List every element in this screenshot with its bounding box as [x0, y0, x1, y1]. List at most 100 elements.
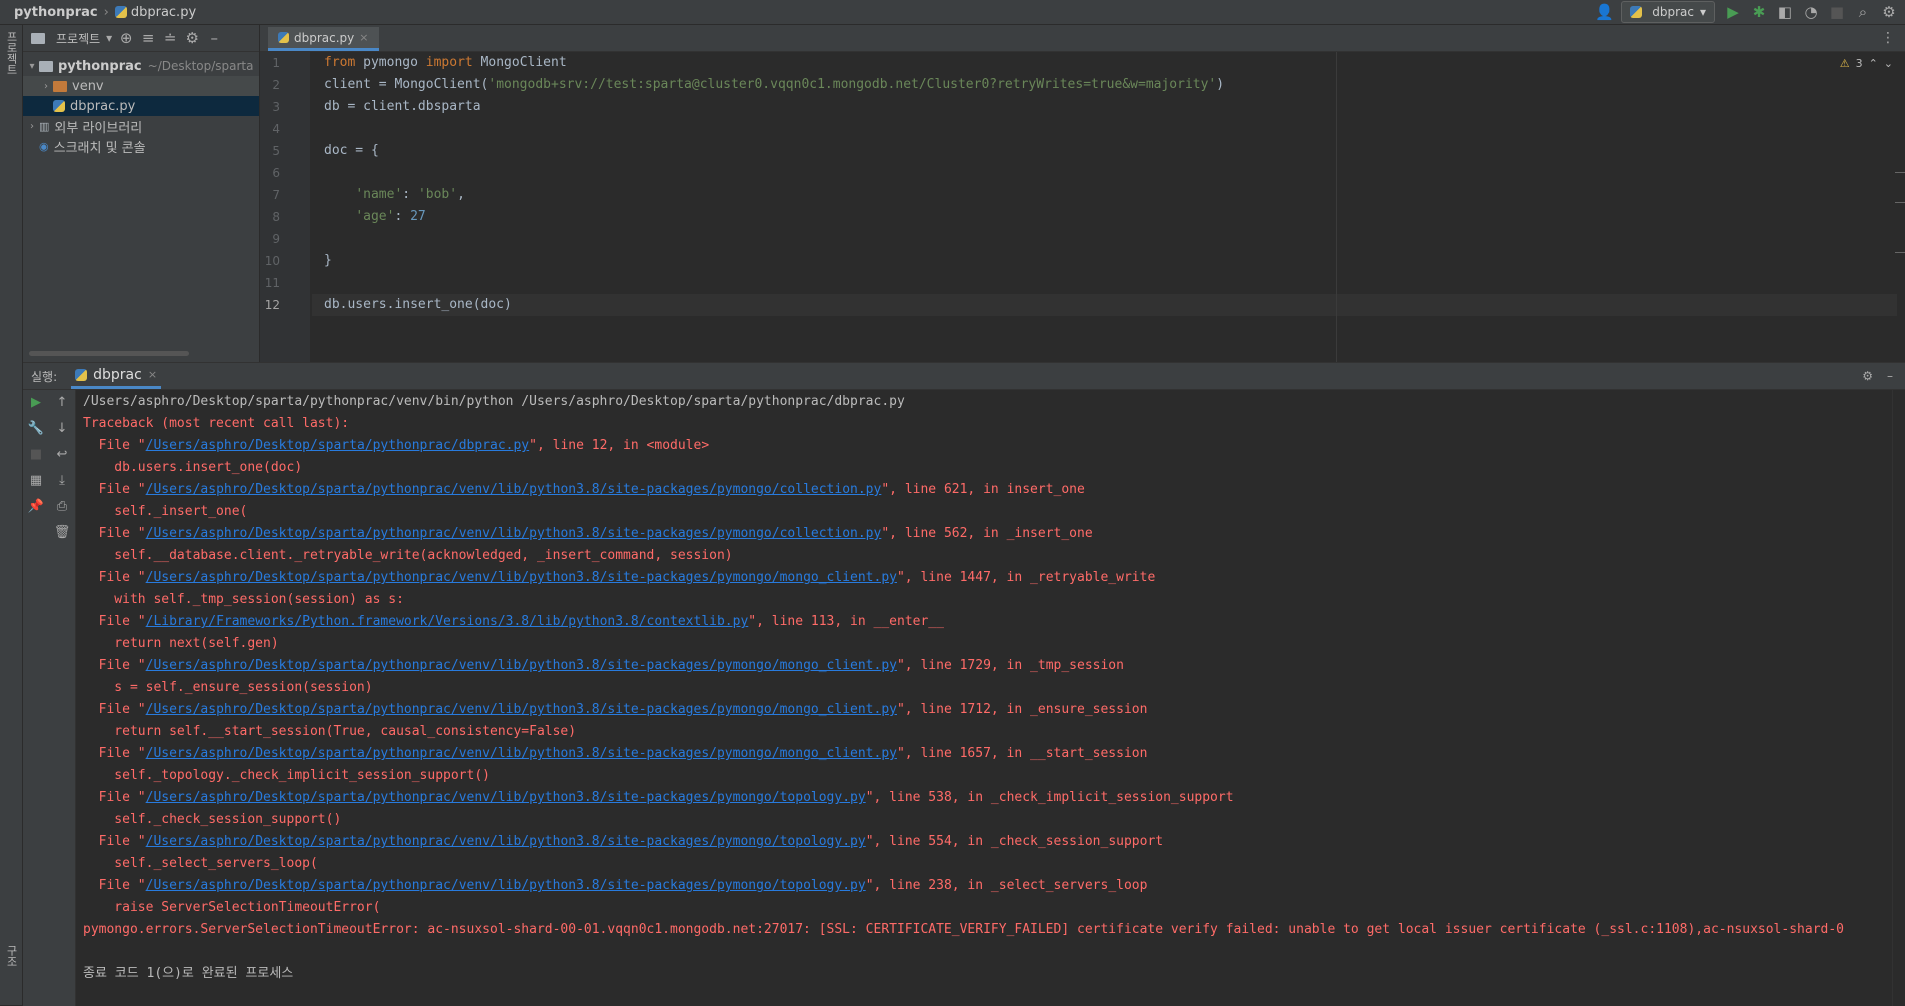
file-link[interactable]: /Users/asphro/Desktop/sparta/pythonprac/… — [146, 790, 866, 805]
code-line[interactable] — [312, 162, 1897, 184]
code-token: import — [425, 55, 473, 70]
gear-icon[interactable]: ⚙ — [1881, 3, 1897, 21]
frame-location: ", line 621, in insert_one — [881, 482, 1085, 497]
code-editor[interactable]: from pymongo import MongoClient client =… — [312, 52, 1897, 362]
chevron-down-icon[interactable]: ▾ — [25, 61, 39, 72]
folder-icon — [39, 60, 53, 72]
code-line-current[interactable]: db.users.insert_one(doc) — [312, 294, 1897, 316]
arrow-down-icon[interactable]: ↓ — [49, 416, 75, 442]
file-link[interactable]: /Users/asphro/Desktop/sparta/pythonprac/… — [146, 834, 866, 849]
arrow-up-icon[interactable]: ↑ — [49, 390, 75, 416]
project-panel-title[interactable]: 프로젝트 — [56, 30, 100, 47]
code-line[interactable]: client = MongoClient('mongodb+srv://test… — [312, 74, 1897, 96]
code-line[interactable]: } — [312, 250, 1897, 272]
tree-item-external-libraries[interactable]: › ▥ 외부 라이브러리 — [23, 116, 259, 136]
close-icon[interactable]: × — [359, 31, 368, 44]
file-link[interactable]: /Users/asphro/Desktop/sparta/pythonprac/… — [146, 438, 530, 453]
inspection-widget[interactable]: ⚠ 3 ⌃ ⌄ — [1840, 57, 1893, 70]
file-link[interactable]: /Users/asphro/Desktop/sparta/pythonprac/… — [146, 658, 897, 673]
traceback-code-line: db.users.insert_one(doc) — [83, 460, 303, 475]
console-scrollbar[interactable] — [1892, 390, 1905, 1006]
editor-area: dbprac.py × ⋮ 1 2 3 4 5 6 7 8 9 10 11 12… — [260, 25, 1905, 362]
close-icon[interactable]: × — [148, 368, 157, 381]
code-line[interactable]: 'age': 27 — [312, 206, 1897, 228]
file-link[interactable]: /Users/asphro/Desktop/sparta/pythonprac/… — [146, 702, 897, 717]
layout-icon[interactable]: ▦ — [23, 468, 49, 494]
wrench-icon[interactable]: 🔧 — [23, 416, 49, 442]
code-line[interactable] — [312, 118, 1897, 140]
minimize-icon[interactable]: – — [206, 29, 222, 47]
tool-tab-project[interactable]: 프로젝트 — [3, 31, 19, 75]
print-icon[interactable]: ⎙ — [49, 494, 75, 520]
user-icon[interactable]: 👤 — [1595, 3, 1614, 21]
soft-wrap-icon[interactable]: ↩ — [49, 442, 75, 468]
locate-icon[interactable]: ⊕ — [118, 29, 134, 47]
run-header-actions: ⚙ – — [1862, 369, 1893, 383]
tree-item-root[interactable]: ▾ pythonprac ~/Desktop/sparta — [23, 56, 259, 76]
code-line[interactable] — [312, 228, 1897, 250]
trash-icon[interactable]: 🗑 — [49, 520, 75, 546]
tab-dbprac[interactable]: dbprac.py × — [268, 27, 379, 51]
project-view-icon — [31, 32, 45, 44]
stop-icon[interactable]: ■ — [1829, 3, 1845, 21]
minimize-icon[interactable]: – — [1887, 369, 1893, 383]
run-configuration-select[interactable]: dbprac ▾ — [1621, 1, 1715, 23]
collapse-all-icon[interactable]: ≐ — [162, 29, 178, 47]
project-panel-header: 프로젝트 ▾ ⊕ ≡ ≐ ⚙ – — [23, 25, 259, 52]
scroll-to-end-icon[interactable]: ⤓ — [49, 468, 75, 494]
chevron-down-icon[interactable]: ▾ — [106, 31, 112, 45]
line-number-gutter: 1 2 3 4 5 6 7 8 9 10 11 12 — [260, 52, 310, 362]
run-tab-dbprac[interactable]: dbprac × — [71, 363, 162, 389]
profile-icon[interactable]: ◔ — [1803, 3, 1819, 21]
chevron-down-icon[interactable]: ⌄ — [1884, 57, 1893, 70]
code-token: from — [324, 55, 356, 70]
chevron-up-icon[interactable]: ⌃ — [1869, 57, 1878, 70]
file-link[interactable]: /Users/asphro/Desktop/sparta/pythonprac/… — [146, 482, 882, 497]
gear-icon[interactable]: ⚙ — [1862, 369, 1873, 383]
search-icon[interactable]: ⌕ — [1855, 3, 1871, 21]
run-panel: 실행: dbprac × ⚙ – ▶ 🔧 ■ ▦ 📌 ↑ ↓ ↩ ⤓ ⎙ 🗑 /… — [23, 362, 1905, 1006]
code-line[interactable]: db = client.dbsparta — [312, 96, 1897, 118]
run-icon[interactable]: ▶ — [1725, 3, 1741, 21]
chevron-right-icon[interactable]: › — [39, 81, 53, 92]
horizontal-scrollbar[interactable] — [29, 351, 189, 356]
file-link[interactable]: /Users/asphro/Desktop/sparta/pythonprac/… — [146, 526, 882, 541]
file-link[interactable]: /Users/asphro/Desktop/sparta/pythonprac/… — [146, 878, 866, 893]
code-line[interactable]: doc = { — [312, 140, 1897, 162]
console-output[interactable]: /Users/asphro/Desktop/sparta/pythonprac/… — [83, 391, 1893, 1003]
file-prefix: File " — [83, 438, 146, 453]
traceback-header: Traceback (most recent call last): — [83, 416, 350, 431]
file-link[interactable]: /Users/asphro/Desktop/sparta/pythonprac/… — [146, 746, 897, 761]
left-tool-strip: 프로젝트 구조 — [0, 25, 23, 1005]
code-line[interactable] — [312, 272, 1897, 294]
tree-item-venv[interactable]: › venv — [23, 76, 259, 96]
run-configuration-label: dbprac — [1652, 5, 1694, 19]
more-icon[interactable]: ⋮ — [1881, 30, 1895, 46]
breadcrumb-project[interactable]: pythonprac — [14, 5, 98, 20]
coverage-icon[interactable]: ◧ — [1777, 3, 1793, 21]
gear-icon[interactable]: ⚙ — [184, 29, 200, 47]
tab-label: dbprac.py — [294, 30, 355, 45]
tool-tab-structure[interactable]: 구조 — [3, 945, 19, 967]
code-line[interactable]: from pymongo import MongoClient — [312, 52, 1897, 74]
file-prefix: File " — [83, 746, 146, 761]
file-link[interactable]: /Library/Frameworks/Python.framework/Ver… — [146, 614, 749, 629]
chevron-right-icon[interactable]: › — [25, 121, 39, 132]
expand-all-icon[interactable]: ≡ — [140, 29, 156, 47]
traceback-code-line: with self._tmp_session(session) as s: — [83, 592, 404, 607]
line-number: 10 — [264, 254, 280, 268]
file-link[interactable]: /Users/asphro/Desktop/sparta/pythonprac/… — [146, 570, 897, 585]
stop-icon[interactable]: ■ — [23, 442, 49, 468]
frame-location: ", line 113, in __enter__ — [748, 614, 944, 629]
tree-item-scratches[interactable]: ◉ 스크래치 및 콘솔 — [23, 136, 259, 156]
debug-icon[interactable]: ✱ — [1751, 3, 1767, 21]
pin-icon[interactable]: 📌 — [23, 494, 49, 520]
rerun-icon[interactable]: ▶ — [23, 390, 49, 416]
traceback-file-line: File "/Users/asphro/Desktop/sparta/pytho… — [83, 655, 1893, 677]
tree-item-dbprac[interactable]: dbprac.py — [23, 96, 259, 116]
code-line[interactable]: 'name': 'bob', — [312, 184, 1897, 206]
breadcrumb-file[interactable]: dbprac.py — [131, 5, 196, 20]
traceback-code-line: return self.__start_session(True, causal… — [83, 724, 577, 739]
editor-scrollbar[interactable] — [1895, 52, 1905, 362]
